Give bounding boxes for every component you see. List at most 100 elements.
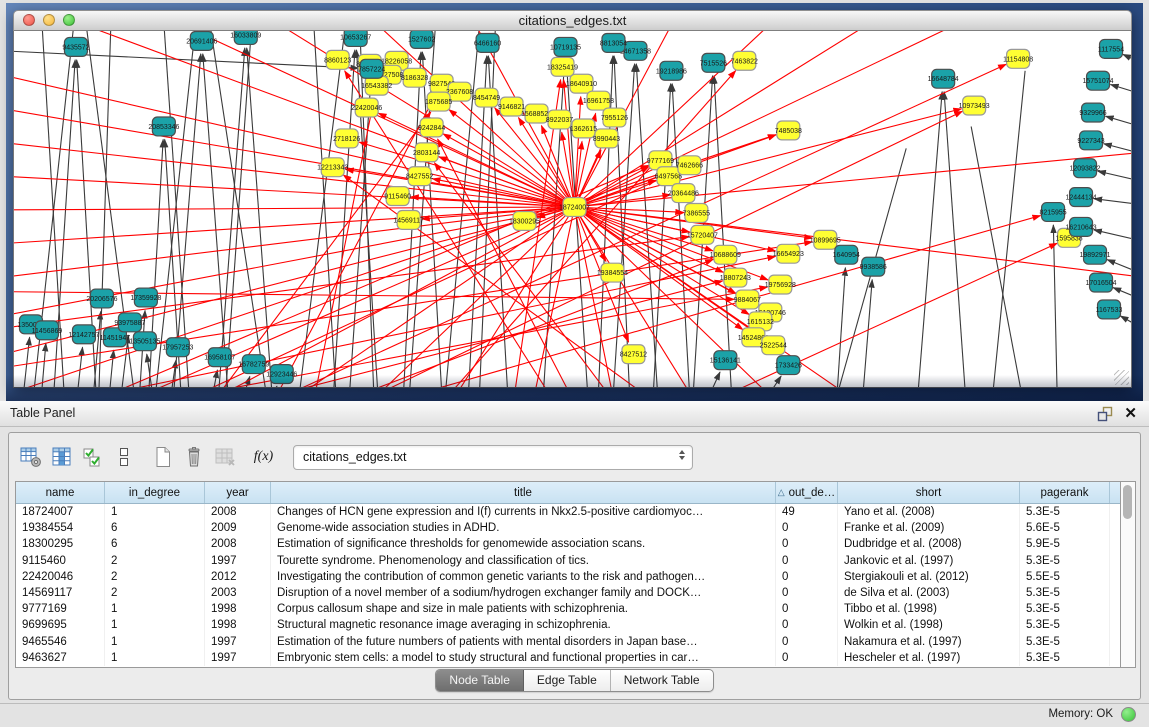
- graph-node[interactable]: 7857224: [358, 59, 385, 78]
- close-window-icon[interactable]: [23, 14, 35, 26]
- graph-node[interactable]: 16782759: [238, 355, 269, 374]
- graph-node[interactable]: 2803144: [413, 143, 440, 162]
- graph-node[interactable]: 20364486: [668, 184, 699, 203]
- table-row[interactable]: 1872400712008Changes of HCN gene express…: [16, 504, 1120, 520]
- graph-node[interactable]: 9884067: [734, 290, 761, 309]
- graph-node[interactable]: 19756928: [765, 275, 796, 294]
- graph-node[interactable]: 10719135: [550, 37, 581, 56]
- rows-icon[interactable]: [110, 444, 137, 470]
- graph-node[interactable]: 18300295: [509, 211, 540, 230]
- graph-node[interactable]: 19892971: [1079, 245, 1110, 264]
- graph-node[interactable]: 15136141: [710, 351, 741, 370]
- graph-node[interactable]: 1875685: [425, 92, 452, 111]
- graph-node[interactable]: 15751074: [1082, 71, 1113, 90]
- scrollbar-thumb[interactable]: [1123, 485, 1132, 519]
- column-header-pagerank[interactable]: pagerank: [1020, 482, 1110, 503]
- graph-node[interactable]: 12093822: [1069, 159, 1100, 178]
- table-row[interactable]: 1456911722003Disruption of a novel membe…: [16, 585, 1120, 601]
- graph-node[interactable]: 17016504: [1085, 273, 1116, 292]
- window-titlebar[interactable]: citations_edges.txt: [13, 10, 1132, 31]
- graph-node[interactable]: 18724007: [559, 198, 590, 217]
- graph-node[interactable]: 2522544: [760, 336, 787, 355]
- graph-node[interactable]: 19218986: [656, 61, 687, 80]
- graph-node[interactable]: 14569117: [393, 210, 424, 229]
- graph-node[interactable]: 8454749: [473, 88, 500, 107]
- graph-node[interactable]: 7485038: [775, 121, 802, 140]
- table-row[interactable]: 946362711997Embryonic stem cells: a mode…: [16, 650, 1120, 666]
- graph-node[interactable]: 19384554: [597, 263, 628, 282]
- graph-node[interactable]: 13505135: [129, 332, 160, 351]
- graph-node[interactable]: 12923446: [266, 365, 297, 384]
- graph-node[interactable]: 17359928: [130, 288, 161, 307]
- memory-ok-indicator-icon[interactable]: [1121, 707, 1136, 722]
- graph-node[interactable]: 7955126: [601, 108, 628, 127]
- delete-column-icon[interactable]: [180, 444, 207, 470]
- float-panel-icon[interactable]: [1097, 406, 1113, 422]
- select-all-check-icon[interactable]: [79, 444, 106, 470]
- graph-node[interactable]: 1167533: [1096, 300, 1123, 319]
- zoom-window-icon[interactable]: [63, 14, 75, 26]
- graph-node[interactable]: 16958107: [204, 348, 235, 367]
- network-canvas[interactable]: 1872400718300295193845549777169649756874…: [13, 31, 1132, 388]
- column-header-title[interactable]: title: [271, 482, 776, 503]
- table-selector-dropdown[interactable]: citations_edges.txt: [293, 445, 693, 470]
- graph-node[interactable]: 10653267: [340, 31, 371, 46]
- graph-node[interactable]: 8427512: [620, 345, 647, 364]
- graph-node[interactable]: 10688609: [710, 245, 741, 264]
- graph-node[interactable]: 7386555: [683, 204, 710, 223]
- graph-node[interactable]: 7515526: [700, 53, 727, 72]
- graph-node[interactable]: 12444134: [1066, 188, 1097, 207]
- function-builder-icon[interactable]: f(x): [250, 444, 277, 470]
- show-columns-icon[interactable]: [48, 444, 75, 470]
- graph-node[interactable]: 18325419: [547, 57, 578, 76]
- column-header-name[interactable]: name: [16, 482, 105, 503]
- graph-node[interactable]: 22420046: [351, 98, 382, 117]
- graph-node[interactable]: 8990443: [593, 129, 620, 148]
- tab-network-table[interactable]: Network Table: [611, 670, 713, 691]
- table-row[interactable]: 1830029562008Estimation of significance …: [16, 536, 1120, 552]
- network-graph[interactable]: 1872400718300295193845549777169649756874…: [14, 31, 1131, 387]
- column-header-year[interactable]: year: [205, 482, 271, 503]
- table-row[interactable]: 977716911998Corpus callosum shape and si…: [16, 601, 1120, 617]
- close-panel-icon[interactable]: ✕: [1124, 404, 1137, 424]
- graph-node[interactable]: 12142757: [68, 325, 99, 344]
- graph-node[interactable]: 1640954: [833, 245, 860, 264]
- table-row[interactable]: 1938455462009Genome-wide association stu…: [16, 520, 1120, 536]
- graph-node[interactable]: 6466160: [474, 33, 501, 52]
- graph-node[interactable]: 9227343: [1077, 131, 1104, 150]
- graph-node[interactable]: 2718126: [333, 129, 360, 148]
- graph-node[interactable]: 7462666: [676, 156, 703, 175]
- tab-node-table[interactable]: Node Table: [436, 670, 524, 691]
- graph-node[interactable]: 16654923: [773, 244, 804, 263]
- graph-node[interactable]: 20206576: [86, 289, 117, 308]
- graph-node[interactable]: 9329966: [1079, 103, 1106, 122]
- column-header-short[interactable]: short: [838, 482, 1020, 503]
- table-scrollbar[interactable]: [1121, 481, 1136, 668]
- table-mode-icon[interactable]: [17, 444, 44, 470]
- graph-node[interactable]: 7463822: [731, 51, 758, 70]
- graph-node[interactable]: 15720407: [687, 225, 718, 244]
- tab-edge-table[interactable]: Edge Table: [524, 670, 611, 691]
- table-row[interactable]: 911546021997Tourette syndrome. Phenomeno…: [16, 553, 1120, 569]
- graph-node[interactable]: 16033809: [230, 31, 261, 44]
- table-row[interactable]: 2242004622012Investigating the contribut…: [16, 569, 1120, 585]
- resize-grip-icon[interactable]: [1114, 370, 1129, 385]
- create-column-icon[interactable]: [149, 444, 176, 470]
- graph-node[interactable]: 9115460: [384, 187, 411, 206]
- graph-node[interactable]: 9938586: [860, 257, 887, 276]
- graph-node[interactable]: 1733426: [775, 356, 802, 375]
- graph-node[interactable]: 16543382: [361, 76, 392, 95]
- graph-node[interactable]: 17957253: [162, 338, 193, 357]
- graph-node[interactable]: 93975887: [114, 313, 145, 332]
- graph-node[interactable]: 18640910: [566, 74, 597, 93]
- graph-node[interactable]: 16210643: [1066, 217, 1097, 236]
- graph-node[interactable]: 10973493: [959, 96, 990, 115]
- graph-node[interactable]: 1117554: [1098, 39, 1124, 58]
- graph-node[interactable]: 8186328: [401, 68, 428, 87]
- graph-node[interactable]: 12213343: [317, 158, 348, 177]
- minimize-window-icon[interactable]: [43, 14, 55, 26]
- graph-node[interactable]: 8215955: [1039, 203, 1066, 222]
- graph-node[interactable]: 20853346: [148, 117, 179, 136]
- graph-node[interactable]: 9242844: [418, 118, 445, 137]
- graph-node[interactable]: 11154808: [1003, 49, 1033, 68]
